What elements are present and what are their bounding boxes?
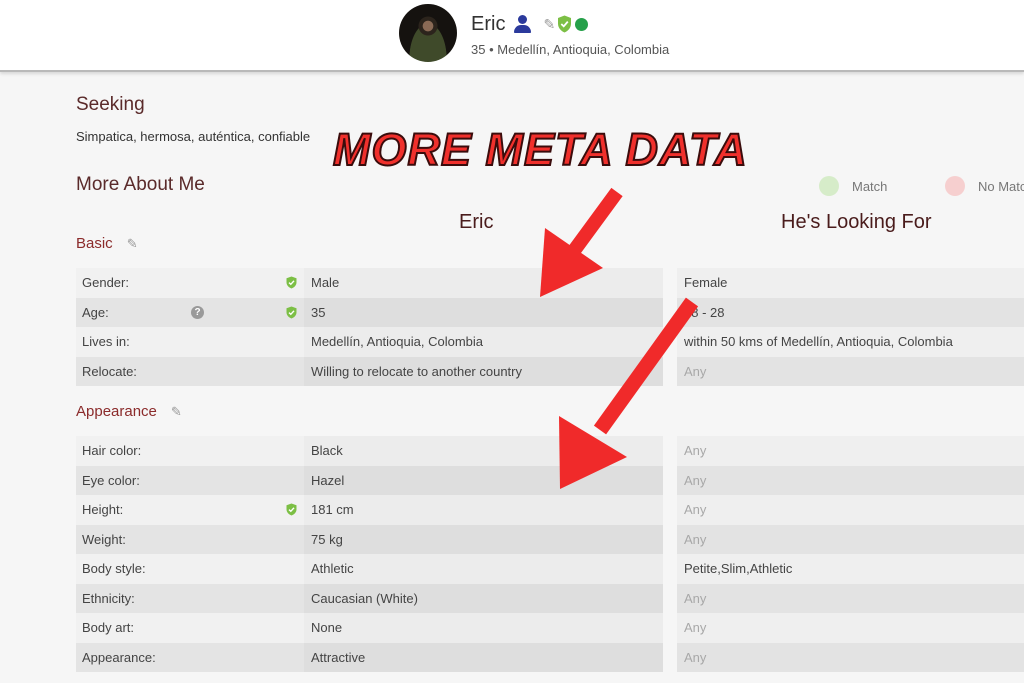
row-label-text: Hair color: (82, 443, 142, 459)
row-value-self: Athletic (304, 554, 663, 584)
row-label: Body style: (76, 554, 304, 584)
row-value-looking-for: Any (677, 613, 1024, 643)
profile-subline: 35 • Medellín, Antioquia, Colombia (471, 42, 670, 57)
row-label-text: Weight: (82, 531, 126, 547)
verified-shield-icon (286, 276, 297, 289)
legend-no-match: No Match (945, 176, 1024, 196)
column-header-self: Eric (459, 211, 494, 233)
row-value-looking-for: Petite,Slim,Athletic (677, 554, 1024, 584)
legend-no-match-label: No Match (978, 178, 1024, 194)
row-label-text: Relocate: (82, 363, 137, 379)
row-value-self: 75 kg (304, 524, 663, 554)
row-value-self: None (304, 613, 663, 643)
column-header-looking-for: He's Looking For (781, 211, 932, 233)
name-row: Eric ✎ (471, 11, 589, 37)
avatar[interactable] (399, 4, 457, 62)
row-value-looking-for: within 50 kms of Medellín, Antioquia, Co… (677, 327, 1024, 357)
profile-name: Eric (471, 12, 506, 35)
row-value-self: 35 (304, 297, 663, 327)
verified-shield-icon (558, 15, 572, 33)
row-value-looking-for: Any (677, 583, 1024, 613)
row-label: Gender: (76, 268, 304, 298)
legend-no-match-dot (945, 176, 965, 196)
row-label: Height: (76, 495, 304, 525)
legend-match-label: Match (852, 178, 888, 194)
seeking-title: Seeking (76, 94, 145, 115)
row-value-self: Black (304, 436, 663, 466)
row-value-looking-for: 18 - 28 (677, 297, 1024, 327)
legend-match: Match (819, 176, 887, 196)
row-value-self: Hazel (304, 465, 663, 495)
pencil-icon[interactable]: ✎ (171, 404, 182, 420)
table-row: Eye color: Hazel Any (76, 465, 1024, 495)
table-row: Lives in: Medellín, Antioquia, Colombia wi… (76, 327, 1024, 357)
row-label: Body art: (76, 613, 304, 643)
user-icon (513, 14, 532, 34)
table-row: Height: 181 cm Any (76, 495, 1024, 525)
row-value-self: 181 cm (304, 495, 663, 525)
verified-shield-icon (286, 503, 297, 516)
row-label-text: Ethnicity: (82, 590, 135, 606)
row-label-text: Eye color: (82, 472, 140, 488)
row-value-looking-for: Female (677, 268, 1024, 298)
row-value-self: Attractive (304, 642, 663, 672)
row-label-text: Body style: (82, 561, 146, 577)
row-value-looking-for: Any (677, 436, 1024, 466)
basic-table: Gender: Male Female Age:? 35 18 - 28 Lives in:… (76, 268, 1024, 386)
row-value-self: Caucasian (White) (304, 583, 663, 613)
row-value-looking-for: Any (677, 495, 1024, 525)
row-label-text: Age: (82, 304, 109, 320)
row-label-text: Gender: (82, 275, 129, 291)
pencil-icon[interactable]: ✎ (543, 16, 555, 33)
row-value-self: Male (304, 268, 663, 298)
row-value-self: Willing to relocate to another country (304, 356, 663, 386)
verified-shield-icon (286, 306, 297, 318)
table-row: Age:? 35 18 - 28 (76, 297, 1024, 327)
appearance-table: Hair color: Black Any Eye color: Hazel Any Hei… (76, 436, 1024, 672)
section-title-appearance-label: Appearance (76, 403, 157, 420)
overlay-caption: MORE META DATA (332, 123, 748, 176)
row-label-text: Appearance: (82, 649, 156, 665)
row-value-self: Medellín, Antioquia, Colombia (304, 327, 663, 357)
row-label: Weight: (76, 524, 304, 554)
table-row: Ethnicity: Caucasian (White) Any (76, 583, 1024, 613)
row-label: Eye color: (76, 465, 304, 495)
table-row: Appearance: Attractive Any (76, 642, 1024, 672)
table-row: Hair color: Black Any (76, 436, 1024, 466)
legend-match-dot (819, 176, 839, 196)
row-label-text: Height: (82, 502, 124, 518)
section-title-basic: Basic ✎ (76, 235, 138, 252)
table-row: Weight: 75 kg Any (76, 524, 1024, 554)
profile-header: Eric ✎ 35 • Medellín, Antioquia, Colombi… (0, 0, 1024, 72)
table-row: Body style: Athletic Petite,Slim,Athletic (76, 554, 1024, 584)
row-label: Relocate: (76, 356, 304, 386)
online-status-dot (575, 17, 589, 31)
row-label: Age:? (76, 297, 304, 327)
row-label-text: Body art: (82, 620, 135, 636)
row-value-looking-for: Any (677, 465, 1024, 495)
row-value-looking-for: Any (677, 642, 1024, 672)
table-row: Body art: None Any (76, 613, 1024, 643)
seeking-text: Simpatica, hermosa, auténtica, confiable (76, 129, 311, 144)
row-label: Hair color: (76, 436, 304, 466)
pencil-icon[interactable]: ✎ (127, 236, 138, 252)
section-title-appearance: Appearance ✎ (76, 403, 182, 420)
row-value-looking-for: Any (677, 356, 1024, 386)
help-icon[interactable]: ? (191, 305, 204, 319)
row-label: Appearance: (76, 642, 304, 672)
table-row: Gender: Male Female (76, 268, 1024, 298)
more-about-title: More About Me (76, 174, 205, 195)
row-label: Ethnicity: (76, 583, 304, 613)
table-row: Relocate: Willing to relocate to another … (76, 356, 1024, 386)
row-label: Lives in: (76, 327, 304, 357)
section-title-basic-label: Basic (76, 235, 113, 252)
row-label-text: Lives in: (82, 334, 130, 350)
row-value-looking-for: Any (677, 524, 1024, 554)
